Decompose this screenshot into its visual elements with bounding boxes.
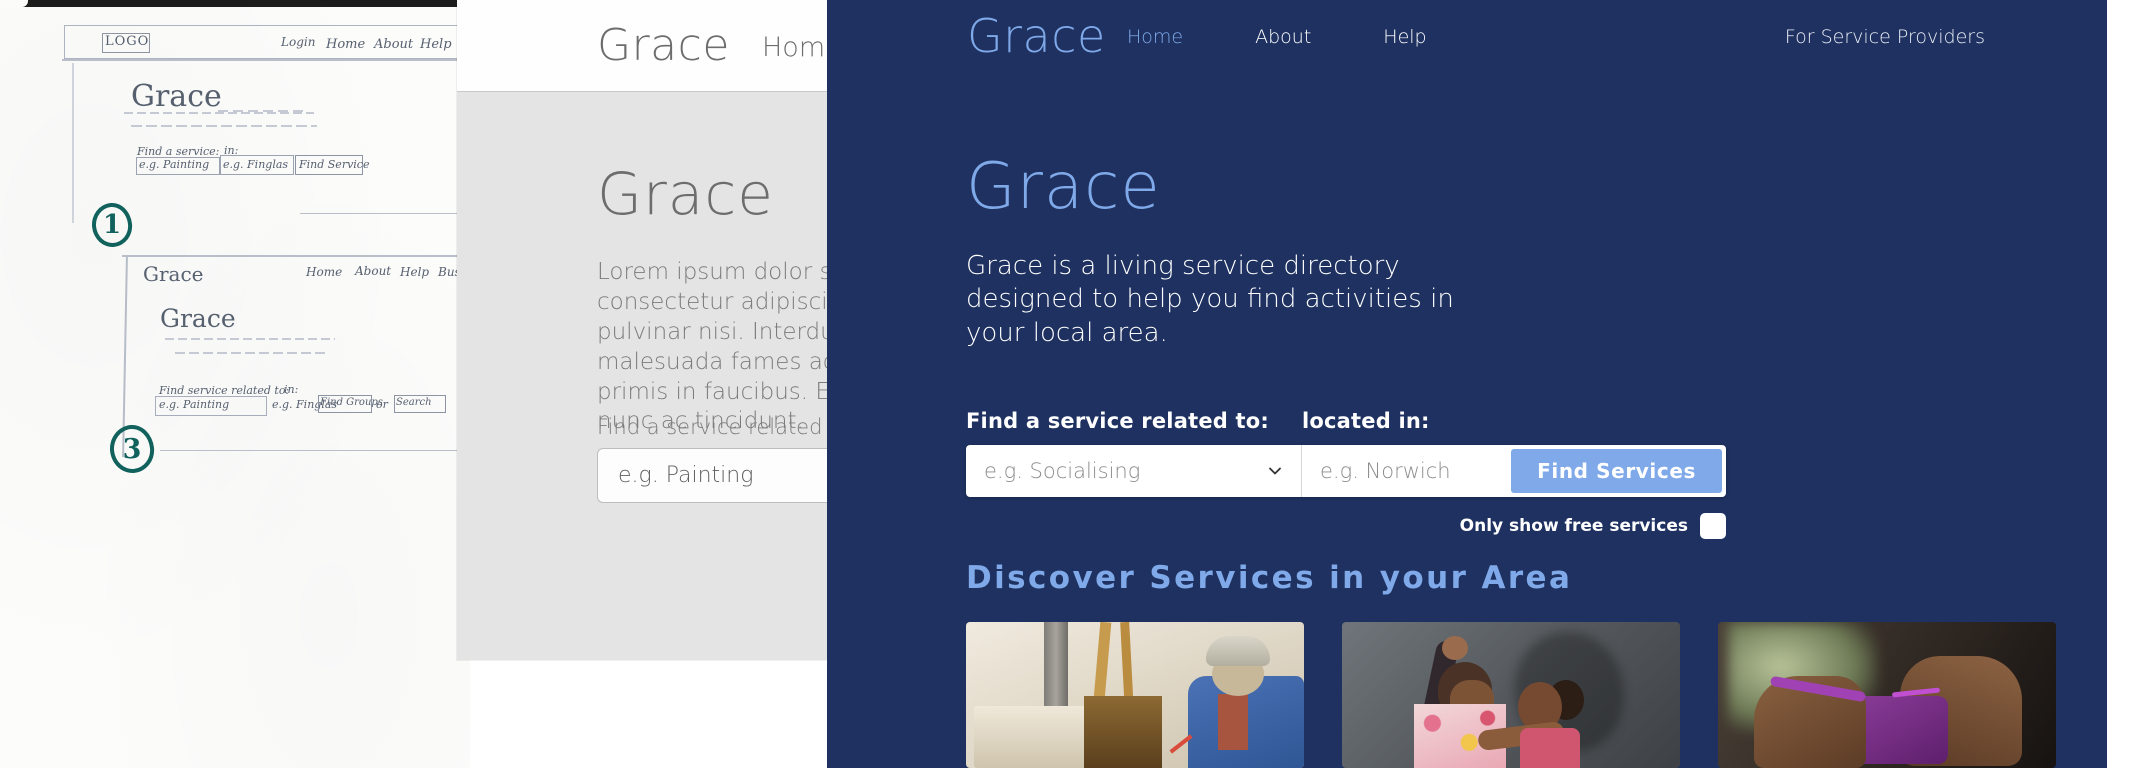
card1-artist-shirt xyxy=(1218,694,1248,750)
sketch-frame3-logo: Grace xyxy=(143,262,204,286)
service-field-label: Find a service related to: xyxy=(966,409,1269,433)
sketch-frame3-nav-home: Home xyxy=(306,265,343,279)
sketch-frame3-service-placeholder: e.g. Painting xyxy=(159,398,230,411)
sketch-frame1-nav-home: Home xyxy=(326,37,366,52)
hifi-design-layer: Grace Home About Help For Service Provid… xyxy=(827,0,2107,768)
sketch-frame1-body-scribble-2 xyxy=(218,110,308,112)
sketch-annotation-number-3: 3 xyxy=(110,425,154,473)
greyscale-service-label: Find a service related to: xyxy=(597,415,828,439)
sketch-frame1-body-scribble-3 xyxy=(131,125,317,127)
sketch-frame3-bottom-rule xyxy=(160,450,470,452)
sketch-frame1-body-scribble xyxy=(124,112,314,114)
sketch-photo-topbar xyxy=(0,0,470,7)
sketch-frame3-search-label: Search xyxy=(396,397,432,408)
site-header: Grace Home About Help For Service Provid… xyxy=(827,0,2107,73)
greyscale-nav-item-home[interactable]: Home xyxy=(762,32,828,63)
search-form: Find a service related to: located in: e… xyxy=(966,409,1726,497)
sketch-frame1-service-placeholder: e.g. Painting xyxy=(139,158,210,171)
greyscale-service-placeholder: e.g. Painting xyxy=(618,463,754,488)
sketch-frame3-top-rule xyxy=(122,255,470,257)
card1-tree-trunk xyxy=(1044,622,1068,718)
sketch-frame3-heading: Grace xyxy=(160,304,236,333)
free-services-filter: Only show free services xyxy=(966,513,1726,539)
site-logo[interactable]: Grace xyxy=(967,2,1106,70)
nav-item-home[interactable]: Home xyxy=(1127,26,1183,48)
card2-dancer2-body xyxy=(1520,728,1580,768)
location-field-label: located in: xyxy=(1302,409,1430,433)
sketch-frame3-or-label: or xyxy=(376,398,388,411)
sketch-frame3-in-label: in: xyxy=(284,383,299,396)
sketch-annotation-number-1: 1 xyxy=(92,203,132,247)
service-select[interactable]: e.g. Socialising xyxy=(966,445,1302,497)
search-box: e.g. Socialising e.g. Norwich Find Servi… xyxy=(966,445,1726,497)
main-nav: Home About Help xyxy=(1127,0,1499,73)
sketch-frame3-scribble-1 xyxy=(165,338,335,340)
for-service-providers-link[interactable]: For Service Providers xyxy=(1785,0,1985,73)
service-cards xyxy=(966,622,2056,768)
sketch-frame1-heading: Grace xyxy=(131,79,222,114)
sketch-frame1-nav-about: About xyxy=(374,37,414,52)
hero-title: Grace xyxy=(966,150,1161,224)
greyscale-hero-title: Grace xyxy=(597,160,774,228)
sketch-frame1-logo-text: LOGO xyxy=(105,34,150,49)
sketch-frame1-nav-help: Help xyxy=(420,37,452,52)
hero-subtitle: Grace is a living service directory desi… xyxy=(966,251,1454,348)
sketch-frame1-header-rule xyxy=(62,59,470,61)
free-services-checkbox[interactable] xyxy=(1700,513,1726,539)
sketch-frame3-nav-help: Help xyxy=(400,265,430,279)
card1-canvas xyxy=(1084,696,1162,768)
location-input[interactable]: e.g. Norwich xyxy=(1302,445,1507,497)
search-labels: Find a service related to: located in: xyxy=(966,409,1726,433)
service-card-crochet[interactable] xyxy=(1718,622,2056,768)
card1-artist-cap xyxy=(1206,636,1270,666)
greyscale-wireframe-layer: Grace Home About Help Grace Lorem ipsum … xyxy=(457,0,828,660)
service-card-painting[interactable] xyxy=(966,622,1304,768)
service-card-dance[interactable] xyxy=(1342,622,1680,768)
discover-heading: Discover Services in your Area xyxy=(966,560,1573,596)
free-services-label: Only show free services xyxy=(1459,516,1688,536)
nav-item-help[interactable]: Help xyxy=(1383,26,1426,48)
sketch-frame1-login: Login xyxy=(281,35,316,49)
find-services-button[interactable]: Find Services xyxy=(1511,449,1722,493)
sketch-frame3-scribble-2 xyxy=(175,352,325,354)
chevron-down-icon xyxy=(1267,463,1283,479)
sketch-frame1-location-placeholder: e.g. Finglas xyxy=(223,158,289,171)
greyscale-logo: Grace xyxy=(597,20,730,71)
greyscale-hero-subtitle: Lorem ipsum dolor sit amet, consectetur … xyxy=(597,259,828,435)
sketch-annotation-3-value: 3 xyxy=(122,433,142,465)
sketch-frame1-bottom-rule xyxy=(300,213,470,215)
sketch-wireframe-layer: LOGO Login Home About Help Grace Find a … xyxy=(0,0,470,768)
sketch-annotation-1-value: 1 xyxy=(102,210,122,240)
location-input-placeholder: e.g. Norwich xyxy=(1320,459,1451,483)
sketch-frame3-find-groups-label: Find Groups xyxy=(320,397,383,408)
sketch-frame1-left-rule xyxy=(72,63,74,223)
sketch-frame1-find-button-label: Find Service xyxy=(299,158,370,171)
greyscale-service-input[interactable]: e.g. Painting xyxy=(597,448,828,503)
sketch-frame3-nav-about: About xyxy=(355,264,392,278)
card2-dancer1-hand xyxy=(1442,636,1468,660)
greyscale-nav: Home About Help xyxy=(762,32,828,63)
service-select-placeholder: e.g. Socialising xyxy=(984,459,1141,483)
greyscale-header: Grace Home About Help xyxy=(457,0,828,92)
nav-item-about[interactable]: About xyxy=(1255,26,1311,48)
sketch-paper: LOGO Login Home About Help Grace Find a … xyxy=(0,7,470,768)
